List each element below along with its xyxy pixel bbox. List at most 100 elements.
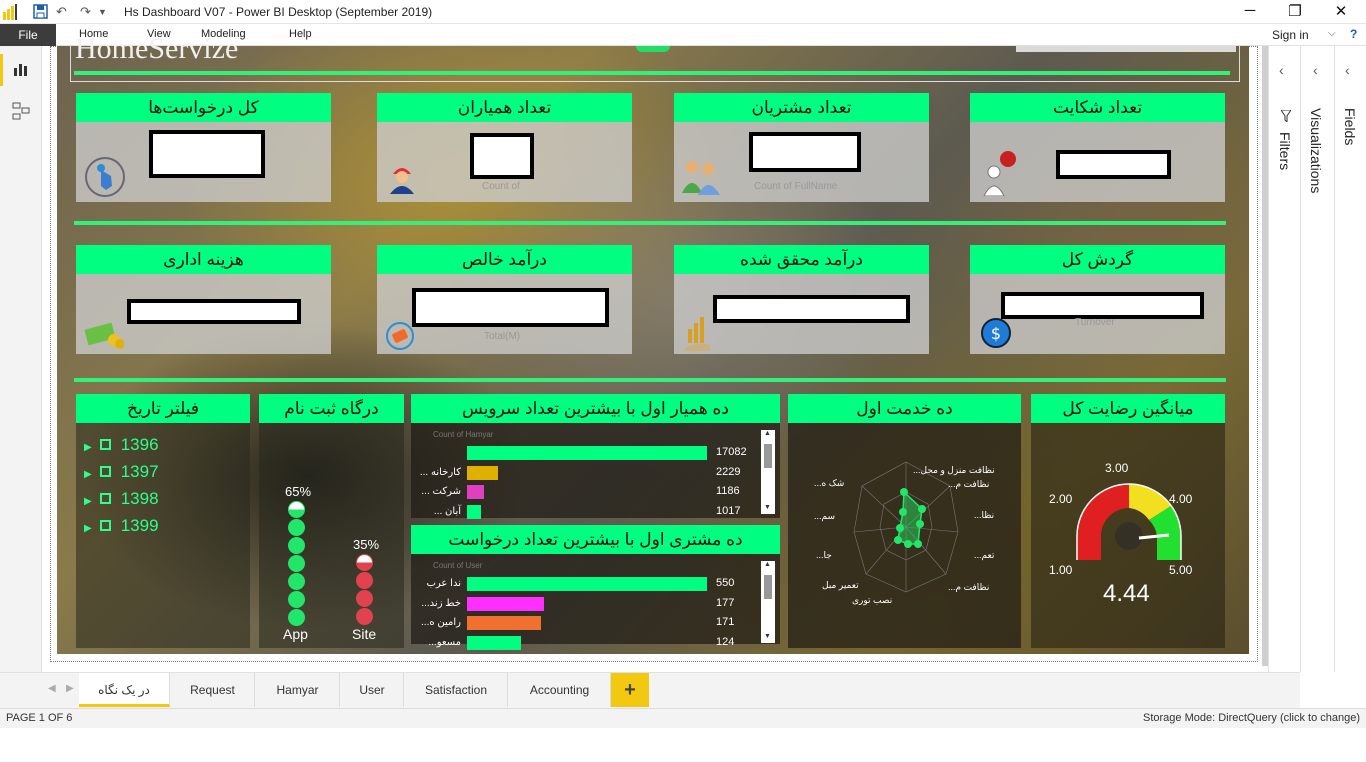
redo-icon[interactable]: ↷	[80, 4, 91, 20]
page-tab-accounting[interactable]: Accounting	[509, 673, 611, 707]
undo-icon[interactable]: ↶	[56, 4, 67, 20]
expand-icon[interactable]: ▶	[84, 523, 92, 534]
kpi-card-turnover[interactable]: گردش کل Turnover $	[970, 245, 1225, 354]
divider-line	[74, 378, 1226, 382]
top-customer-bar-chart[interactable]: ده مشتری اول با بیشترین تعداد درخواست Co…	[411, 525, 780, 650]
kpi-title: گردش کل	[970, 245, 1225, 274]
app-percent-label: 65%	[285, 484, 312, 499]
slicer-item-year[interactable]: ▶ 1397	[84, 462, 159, 482]
save-icon[interactable]	[33, 4, 48, 19]
quick-access-dropdown-icon[interactable]: ▼	[98, 7, 107, 17]
page-tab-hamyar[interactable]: Hamyar	[256, 673, 340, 707]
top-services-radar-chart[interactable]: ده خدمت اول ...نظافت منزل و محل ...نظافت…	[788, 394, 1021, 648]
kpi-faint-label: Total(M)	[484, 331, 521, 342]
bar[interactable]	[467, 504, 482, 519]
ribbon-collapse-icon[interactable]: ⌵	[1328, 28, 1336, 39]
income-tag-icon	[386, 322, 414, 350]
visualizations-pane[interactable]: ‹ Visualizations	[1300, 46, 1334, 672]
kpi-value-redacted	[749, 132, 861, 172]
checkbox[interactable]	[99, 439, 111, 450]
bar-category-label: ...رامین ه	[421, 617, 461, 628]
restore-icon[interactable]: ❐	[1280, 2, 1310, 20]
bar[interactable]	[467, 596, 544, 611]
tab-help[interactable]: Help	[289, 28, 312, 40]
scrollbar[interactable]: ▲ ▼	[761, 430, 775, 514]
header-logo-icon	[636, 46, 670, 52]
bar[interactable]	[467, 485, 484, 499]
kpi-faint-label: Count of FullName	[754, 181, 838, 192]
date-filter-slicer: فیلتر تاریخ ▶ 1396 ▶ 1397 ▶ 1398 ▶ 1399	[76, 394, 250, 648]
next-page-icon[interactable]: ▶	[66, 683, 74, 694]
bar-category-label: ... شرکت	[421, 486, 461, 497]
kpi-title: تعداد همیاران	[377, 93, 632, 122]
bar[interactable]	[467, 465, 499, 480]
kpi-card-hamyar-count[interactable]: تعداد همیاران Count of	[377, 93, 632, 202]
kpi-card-realized-income[interactable]: درآمد محقق شده	[674, 245, 929, 354]
bar-value-label: 177	[716, 596, 735, 609]
checkbox[interactable]	[99, 493, 111, 504]
prev-page-icon[interactable]: ◀	[48, 683, 56, 694]
bar-value-label: 171	[716, 616, 735, 628]
radar-axis-label: ...تعم	[974, 550, 995, 560]
gauge-tick: 4.00	[1169, 492, 1193, 506]
page-indicator: PAGE 1 OF 6	[6, 712, 73, 724]
model-view-icon[interactable]	[12, 102, 30, 120]
file-menu[interactable]: File	[0, 24, 56, 46]
sign-in-link[interactable]: Sign in	[1272, 28, 1309, 42]
kpi-card-admin-cost[interactable]: هزینه اداری	[76, 245, 331, 354]
bar[interactable]	[467, 446, 707, 460]
bar[interactable]	[467, 616, 541, 630]
bar-value-label: 17082	[716, 446, 747, 458]
kpi-card-complaints[interactable]: تعداد شکایت	[970, 93, 1225, 202]
fields-pane-label[interactable]: Fields	[1342, 108, 1358, 145]
close-icon[interactable]: ✕	[1326, 2, 1356, 20]
minimize-icon[interactable]: ─	[1235, 2, 1265, 19]
kpi-card-net-income[interactable]: درآمد خالص Total(M)	[377, 245, 632, 354]
expand-icon[interactable]: ▶	[84, 469, 92, 480]
registration-channel-chart[interactable]: درگاه ثبت نام 65% 35% App Site	[259, 394, 404, 648]
slicer-item-year[interactable]: ▶ 1399	[84, 516, 159, 536]
page-tab-satisfaction[interactable]: Satisfaction	[405, 673, 508, 707]
page-tab-overview[interactable]: در یک نگاه	[79, 673, 170, 707]
top-hamyar-bar-chart[interactable]: ده همیار اول با بیشترین تعداد سرویس Coun…	[411, 394, 780, 519]
gauge-value: 4.44	[1103, 580, 1150, 607]
kpi-value-redacted	[412, 288, 609, 327]
bar-category-label: ...مسعو	[428, 636, 461, 648]
report-view-icon[interactable]	[13, 62, 29, 76]
kpi-title: کل درخواست‌ها	[76, 93, 331, 122]
kpi-card-total-requests[interactable]: کل درخواست‌ها	[76, 93, 331, 202]
add-page-button[interactable]: +	[611, 673, 649, 707]
scrollbar[interactable]: ▲ ▼	[761, 561, 775, 643]
page-tab-user[interactable]: User	[341, 673, 404, 707]
fields-pane[interactable]: ‹ Fields	[1334, 46, 1366, 672]
radar-axis-label: ...سم	[814, 511, 836, 521]
filters-pane-label[interactable]: Filters	[1277, 132, 1293, 170]
checkbox[interactable]	[99, 466, 111, 477]
kpi-card-customer-count[interactable]: تعداد مشتریان Count of FullName	[674, 93, 929, 202]
year-label: 1398	[120, 489, 159, 508]
collapse-filters-icon[interactable]: ‹	[1279, 62, 1284, 78]
bar[interactable]	[467, 577, 707, 591]
storage-mode-link[interactable]: Storage Mode: DirectQuery (click to chan…	[1143, 712, 1360, 724]
kpi-title: درآمد محقق شده	[674, 245, 929, 274]
bar[interactable]	[467, 635, 521, 650]
slicer-item-year[interactable]: ▶ 1398	[84, 489, 159, 509]
kpi-value-redacted	[470, 133, 534, 179]
filters-pane[interactable]: ‹ Filters	[1268, 46, 1300, 672]
radar-axis-label: ...نظافت م	[948, 479, 990, 489]
checkbox[interactable]	[99, 520, 111, 531]
visualizations-pane-label[interactable]: Visualizations	[1308, 108, 1324, 193]
chart-title: درگاه ثبت نام	[259, 394, 404, 423]
satisfaction-gauge[interactable]: میانگین رضایت کل 3.00 2.00 4.00 1.00 5.0…	[1031, 394, 1225, 648]
page-tab-request[interactable]: Request	[171, 673, 255, 707]
bar-category-label: ندا عرب	[426, 578, 462, 589]
channel-dot	[356, 608, 373, 625]
collapse-fields-icon[interactable]: ‹	[1345, 62, 1350, 78]
help-icon[interactable]: ?	[1350, 27, 1357, 41]
svg-text:$: $	[991, 324, 1001, 343]
site-label: Site	[352, 626, 377, 642]
collapse-visualizations-icon[interactable]: ‹	[1313, 62, 1318, 78]
expand-icon[interactable]: ▶	[84, 496, 92, 507]
slicer-item-year[interactable]: ▶ 1396	[84, 435, 159, 455]
expand-icon[interactable]: ▶	[84, 442, 92, 453]
